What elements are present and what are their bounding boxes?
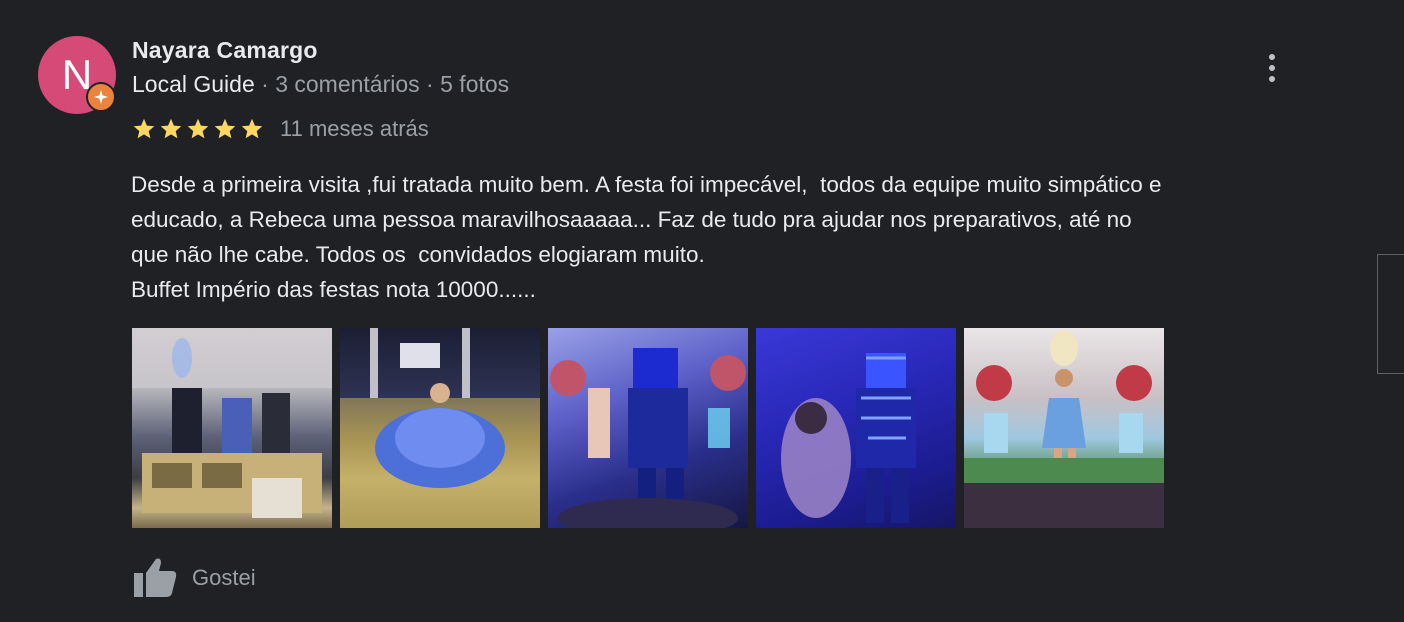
star-icon — [133, 118, 155, 139]
scrollbar[interactable] — [1377, 254, 1404, 374]
star-icon — [187, 118, 209, 139]
local-guide-badge-icon — [86, 82, 116, 112]
reviews-count: 3 comentários — [275, 71, 420, 97]
more-options-button[interactable] — [1258, 50, 1286, 86]
local-guide-label: Local Guide — [132, 71, 255, 97]
reviewer-avatar[interactable]: N — [38, 36, 118, 116]
like-button[interactable]: Gostei — [132, 557, 256, 599]
meta-separator: · — [419, 71, 441, 97]
review-photo-4[interactable] — [756, 328, 956, 528]
star-icon — [241, 118, 263, 139]
thumbs-up-icon — [134, 558, 177, 597]
star-icon — [214, 118, 236, 139]
review-photo-1[interactable] — [132, 328, 332, 528]
review-photo-5[interactable] — [964, 328, 1164, 528]
star-rating — [132, 117, 264, 141]
review-photos — [132, 328, 1164, 528]
review-text-line: que não lhe cabe. Todos os convidados el… — [131, 242, 705, 267]
review-card: N Nayara Camargo Local Guide · 3 comentá… — [0, 0, 1404, 622]
review-text-line: Desde a primeira visita ,fui tratada mui… — [131, 172, 1162, 197]
meta-separator: · — [254, 71, 276, 97]
reviewer-meta: Local Guide · 3 comentários · 5 fotos — [132, 71, 509, 98]
review-text-line: Buffet Império das festas nota 10000....… — [131, 277, 536, 302]
rating-row: 11 meses atrás — [132, 116, 429, 142]
reviewer-name[interactable]: Nayara Camargo — [132, 37, 318, 64]
star-icon — [160, 118, 182, 139]
review-text: Desde a primeira visita ,fui tratada mui… — [131, 167, 1361, 307]
review-time: 11 meses atrás — [280, 116, 429, 141]
photos-count: 5 fotos — [440, 71, 510, 97]
more-vert-icon — [1269, 54, 1275, 60]
like-label: Gostei — [192, 565, 256, 590]
review-photo-2[interactable] — [340, 328, 540, 528]
review-text-line: educado, a Rebeca uma pessoa maravilhosa… — [131, 207, 1132, 232]
review-photo-3[interactable] — [548, 328, 748, 528]
